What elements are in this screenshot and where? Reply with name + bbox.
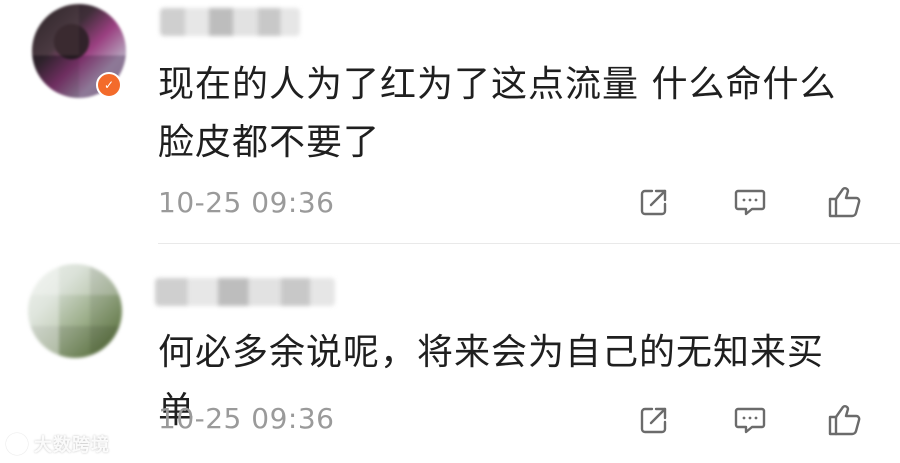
username-blurred[interactable]	[160, 8, 300, 36]
verified-badge-icon: ✓	[96, 72, 122, 98]
comment-icon	[734, 189, 766, 216]
watermark: 大数跨境	[6, 431, 110, 457]
share-icon	[640, 407, 667, 434]
comment-actions	[632, 180, 872, 224]
avatar-pixelation	[28, 264, 122, 358]
share-button[interactable]	[632, 180, 676, 224]
comment-icon	[734, 407, 766, 434]
comment-actions	[632, 398, 872, 442]
thumbs-up-icon	[828, 405, 861, 436]
username-blurred[interactable]	[155, 278, 335, 306]
avatar[interactable]	[28, 264, 122, 358]
thumbs-up-icon	[828, 187, 861, 218]
like-button[interactable]	[822, 180, 866, 224]
comment-timestamp: 10-25 09:36	[158, 402, 335, 435]
comment-item: 何必多余说呢，将来会为自己的无知来买单 10-25 09:36	[0, 244, 900, 463]
comment-text: 现在的人为了红为了这点流量 什么命什么 脸皮都不要了	[158, 64, 837, 163]
reply-button[interactable]	[728, 180, 772, 224]
comment-list: ✓ 现在的人为了红为了这点流量 什么命什么 脸皮都不要了 10-25 09:36	[0, 0, 900, 463]
share-icon	[640, 189, 667, 216]
like-button[interactable]	[822, 398, 866, 442]
reply-button[interactable]	[728, 398, 772, 442]
comment-timestamp: 10-25 09:36	[158, 186, 335, 219]
watermark-text: 大数跨境	[34, 435, 110, 456]
share-button[interactable]	[632, 398, 676, 442]
watermark-logo-icon	[6, 433, 28, 455]
comment-item: ✓ 现在的人为了红为了这点流量 什么命什么 脸皮都不要了 10-25 09:36	[0, 0, 900, 244]
